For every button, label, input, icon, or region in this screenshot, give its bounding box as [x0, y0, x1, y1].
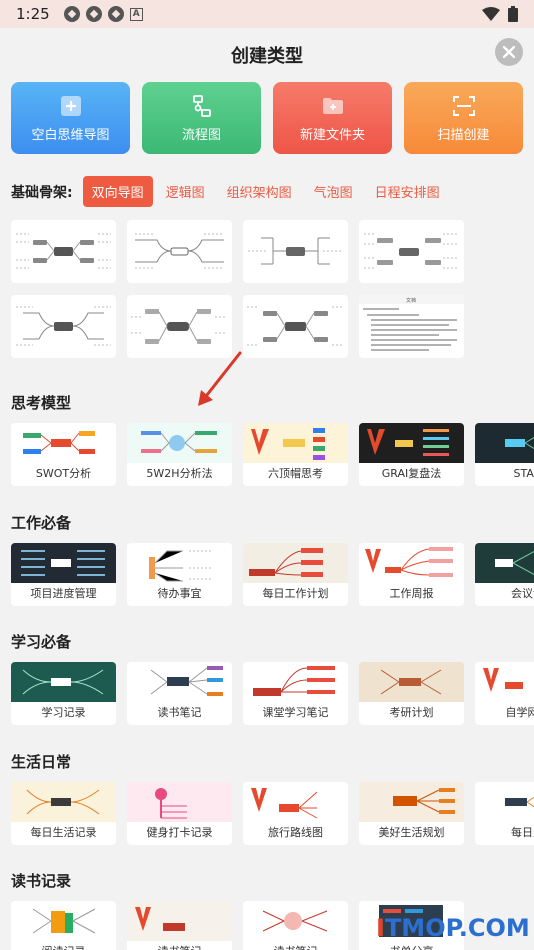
section-row-study: 学习记录 读书笔记 课堂学习笔记 考研计划 自学网课: [11, 662, 534, 725]
template-card[interactable]: 课堂学习笔记: [243, 662, 348, 725]
app-notification-icon: [63, 6, 80, 22]
template-card[interactable]: 健身打卡记录: [127, 782, 232, 845]
template-card[interactable]: 每日生活记录: [11, 782, 116, 845]
status-time: 1:25: [16, 5, 50, 23]
basic-skeleton-bar: 基础骨架: 双向导图 逻辑图 组织架构图 气泡图 日程安排图: [11, 176, 453, 207]
folder-icon: [322, 97, 343, 114]
wifi-icon: [482, 7, 500, 21]
flowchart-icon: [192, 94, 211, 117]
section-title-study: 学习必备: [11, 633, 72, 651]
template-card[interactable]: 待办事宜: [127, 543, 232, 606]
section-title-life: 生活日常: [11, 753, 72, 771]
section-title-work: 工作必备: [11, 514, 72, 532]
plus-icon: [60, 95, 81, 116]
template-card[interactable]: 学习记录: [11, 662, 116, 725]
template-card[interactable]: 读书笔记: [127, 662, 232, 725]
annotation-arrow: [198, 351, 242, 406]
notification-icons: A: [63, 6, 143, 22]
section-row-thinking: SWOT分析 5W2H分析法 六顶帽思考 GRAI复盘法 STAR: [11, 423, 534, 486]
watermark: ITMOP.COM: [376, 914, 530, 942]
status-bar: 1:25 A: [0, 0, 534, 28]
action-label: 流程图: [181, 127, 221, 143]
doc-thumb-title: 文档: [406, 297, 416, 304]
a-notification-icon: A: [129, 7, 143, 21]
skeleton-template[interactable]: [127, 220, 232, 283]
template-card[interactable]: 每日生: [475, 782, 534, 845]
tab-logic[interactable]: 逻辑图: [157, 176, 214, 207]
app-notification-icon: [85, 6, 102, 22]
section-row-work: 项目进度管理 待办事宜 每日工作计划 工作周报 会议记: [11, 543, 534, 606]
template-card[interactable]: STAR: [475, 423, 534, 486]
new-folder-button[interactable]: 新建文件夹: [273, 82, 392, 154]
skeleton-template-document[interactable]: 文档: [359, 295, 464, 358]
close-button[interactable]: [495, 38, 523, 66]
tab-org-chart[interactable]: 组织架构图: [218, 176, 301, 207]
scan-create-button[interactable]: 扫描创建: [404, 82, 523, 154]
template-card[interactable]: 美好生活规划: [359, 782, 464, 845]
skeleton-template[interactable]: [11, 295, 116, 358]
skeleton-grid: 文档: [11, 220, 464, 358]
skeleton-template[interactable]: [127, 295, 232, 358]
template-card[interactable]: SWOT分析: [11, 423, 116, 486]
template-card[interactable]: GRAI复盘法: [359, 423, 464, 486]
template-card[interactable]: 读书笔记: [127, 901, 232, 950]
skeleton-template[interactable]: [243, 295, 348, 358]
flowchart-button[interactable]: 流程图: [142, 82, 261, 154]
template-card[interactable]: 六顶帽思考: [243, 423, 348, 486]
skeleton-template[interactable]: [359, 220, 464, 283]
template-card[interactable]: 阅读记录: [11, 901, 116, 950]
quick-actions: 空白思维导图 流程图 新建文件夹 扫描创建: [11, 82, 523, 154]
action-label: 新建文件夹: [299, 127, 365, 143]
close-icon: [503, 46, 515, 58]
template-card[interactable]: 工作周报: [359, 543, 464, 606]
dialog-title: 创建类型: [231, 46, 303, 67]
template-card[interactable]: 每日工作计划: [243, 543, 348, 606]
section-title-thinking: 思考模型: [11, 394, 72, 412]
template-card[interactable]: 考研计划: [359, 662, 464, 725]
tab-bidirectional[interactable]: 双向导图: [82, 176, 153, 207]
action-label: 空白思维导图: [31, 127, 110, 143]
template-card[interactable]: 会议记: [475, 543, 534, 606]
battery-icon: [508, 6, 518, 22]
action-label: 扫描创建: [437, 127, 490, 143]
section-row-life: 每日生活记录 健身打卡记录 旅行路线图 美好生活规划 每日生: [11, 782, 534, 845]
template-card[interactable]: 读书笔记: [243, 901, 348, 950]
blank-mindmap-button[interactable]: 空白思维导图: [11, 82, 130, 154]
tab-bubble[interactable]: 气泡图: [305, 176, 362, 207]
skeleton-template[interactable]: [11, 220, 116, 283]
app-notification-icon: [107, 6, 124, 22]
scan-icon: [452, 95, 475, 116]
template-card[interactable]: 旅行路线图: [243, 782, 348, 845]
template-card[interactable]: 5W2H分析法: [127, 423, 232, 486]
section-title-reading: 读书记录: [11, 872, 72, 890]
basic-skeleton-label: 基础骨架:: [11, 184, 73, 201]
tab-schedule[interactable]: 日程安排图: [366, 176, 449, 207]
template-card[interactable]: 项目进度管理: [11, 543, 116, 606]
skeleton-template[interactable]: [243, 220, 348, 283]
template-card[interactable]: 自学网课: [475, 662, 534, 725]
